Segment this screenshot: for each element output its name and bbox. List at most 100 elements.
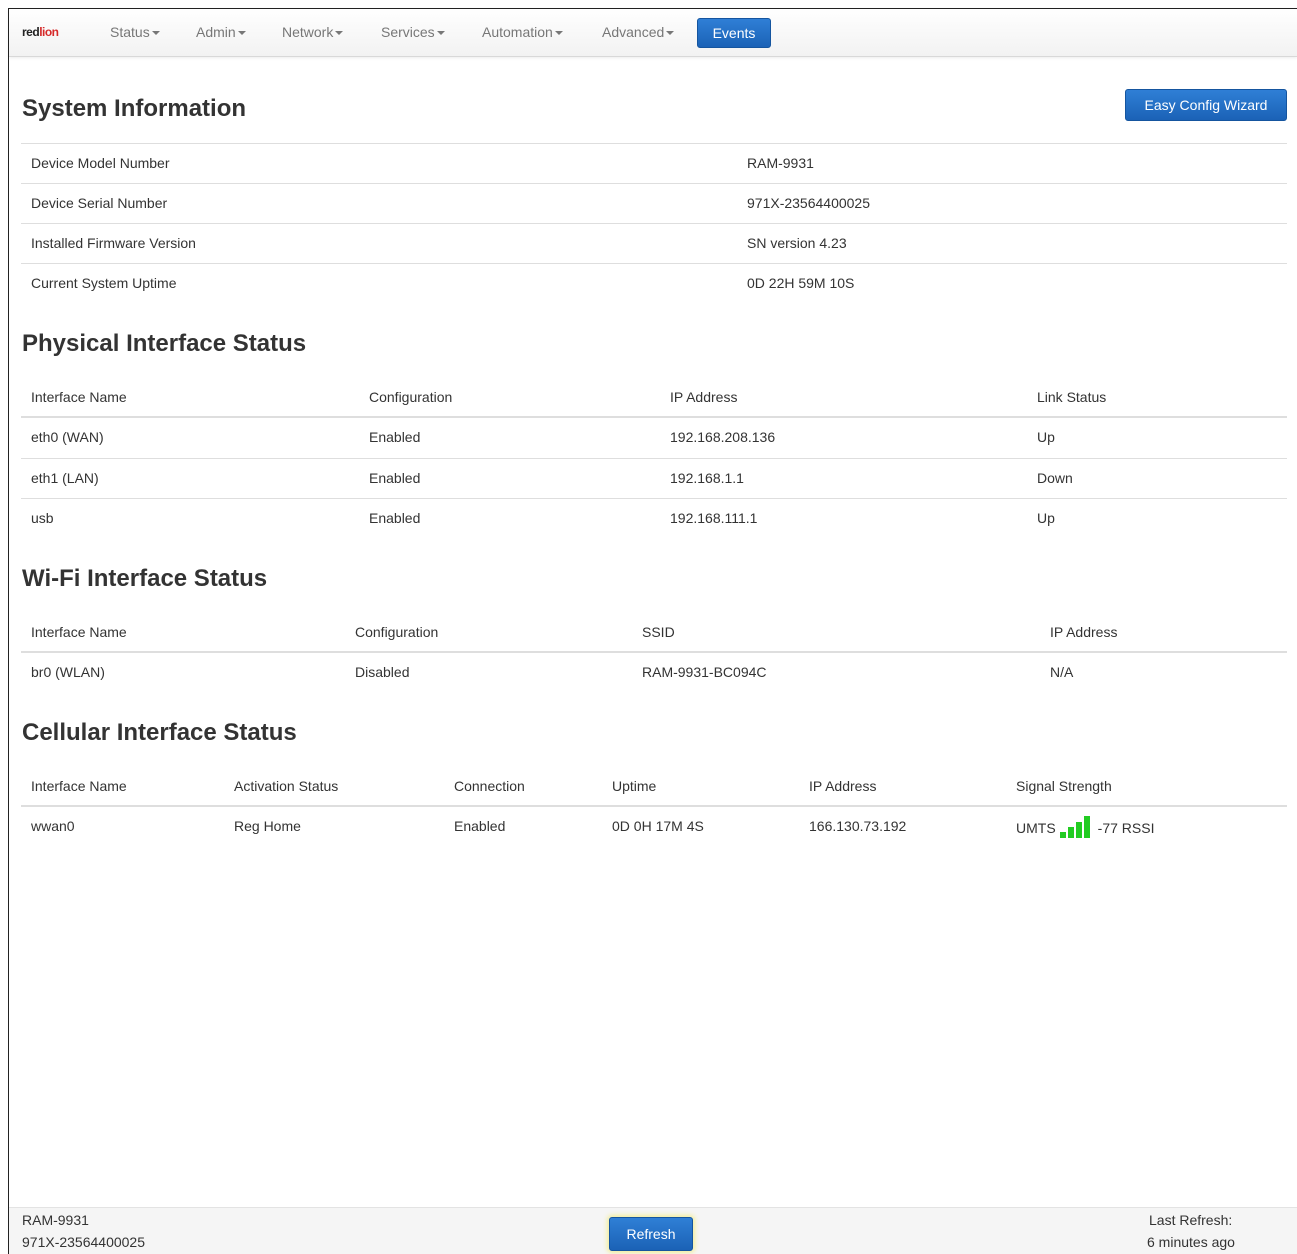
table-row: eth0 (WAN) Enabled 192.168.208.136 Up [21, 418, 1287, 458]
table-row: Device Serial Number 971X-23564400025 [21, 183, 1287, 223]
configuration-cell: Disabled [355, 664, 410, 680]
footer-serial: 971X-23564400025 [22, 1234, 146, 1250]
browser-viewport: redlion Status Admin Network Services Au… [8, 8, 1297, 1254]
activation-status-cell: Reg Home [234, 818, 301, 834]
column-header: IP Address [809, 778, 877, 794]
table-row: wwan0 Reg Home Enabled 0D 0H 17M 4S 166.… [21, 807, 1287, 847]
cellular-interface-table: Interface Name Activation Status Connect… [21, 767, 1287, 847]
system-info-title: System Information [22, 95, 247, 122]
nav-automation-label: Automation [482, 24, 553, 40]
link-status-cell: Up [1037, 510, 1055, 526]
signal-bar [1067, 827, 1074, 838]
link-status-cell: Up [1037, 429, 1055, 445]
column-header: SSID [642, 624, 675, 640]
column-header: Uptime [612, 778, 657, 794]
column-header: Activation Status [234, 778, 339, 794]
table-header-row: Interface Name Activation Status Connect… [21, 767, 1287, 807]
caret-down-icon [666, 31, 675, 36]
signal-rssi-value: -77 RSSI [1097, 820, 1155, 836]
table-header-row: Interface Name Configuration SSID IP Add… [21, 613, 1287, 653]
table-row: Installed Firmware Version SN version 4.… [21, 223, 1287, 263]
last-refresh-label: Last Refresh: [1149, 1212, 1233, 1228]
ip-address-cell: 192.168.111.1 [670, 510, 758, 526]
ip-address-cell: 192.168.1.1 [670, 470, 744, 486]
top-navbar: redlion Status Admin Network Services Au… [9, 9, 1297, 57]
table-row: eth1 (LAN) Enabled 192.168.1.1 Down [21, 458, 1287, 498]
ip-address-cell: N/A [1050, 664, 1074, 680]
column-header: Interface Name [31, 389, 127, 405]
system-info-table: Device Model Number RAM-9931 Device Seri… [21, 143, 1287, 303]
ip-address-cell: 166.130.73.192 [809, 818, 907, 834]
caret-down-icon [335, 31, 344, 36]
nav-admin-label: Admin [196, 24, 236, 40]
wifi-interface-table: Interface Name Configuration SSID IP Add… [21, 613, 1287, 693]
column-header: Interface Name [31, 778, 127, 794]
interface-name-cell: usb [31, 510, 54, 526]
column-header: IP Address [1050, 624, 1118, 640]
last-refresh-value: 6 minutes ago [1147, 1234, 1235, 1250]
signal-tech-label: UMTS [1016, 820, 1056, 836]
refresh-button[interactable]: Refresh [609, 1217, 693, 1251]
caret-down-icon [436, 31, 445, 36]
nav-services-label: Services [381, 24, 435, 40]
easy-config-wizard-button[interactable]: Easy Config Wizard [1125, 89, 1287, 121]
signal-bars-icon [1059, 816, 1094, 838]
column-header: Signal Strength [1016, 778, 1112, 794]
row-label: Device Serial Number [31, 195, 168, 211]
logo-text-lion: lion [39, 25, 59, 39]
ssid-cell: RAM-9931-BC094C [642, 664, 767, 680]
signal-bar [1083, 816, 1090, 838]
signal-bar [1059, 832, 1066, 838]
nav-events-button[interactable]: Events [697, 18, 771, 48]
signal-strength-cell: UMTS -77 RSSI [1016, 814, 1155, 838]
status-footer: RAM-9931 971X-23564400025 Refresh Last R… [9, 1207, 1297, 1254]
column-header: Interface Name [31, 624, 127, 640]
connection-cell: Enabled [454, 818, 506, 834]
link-status-cell: Down [1037, 470, 1073, 486]
nav-advanced-menu[interactable]: Advanced [602, 24, 675, 40]
footer-model: RAM-9931 [22, 1212, 89, 1228]
nav-automation-menu[interactable]: Automation [482, 24, 563, 40]
cellular-interface-title: Cellular Interface Status [22, 719, 297, 746]
configuration-cell: Enabled [369, 510, 421, 526]
table-row: br0 (WLAN) Disabled RAM-9931-BC094C N/A [21, 653, 1287, 693]
nav-status-label: Status [110, 24, 150, 40]
row-value: RAM-9931 [747, 155, 814, 171]
ip-address-cell: 192.168.208.136 [670, 429, 776, 445]
column-header: Configuration [369, 389, 453, 405]
nav-status-menu[interactable]: Status [110, 24, 160, 40]
nav-network-label: Network [282, 24, 334, 40]
column-header: Connection [454, 778, 525, 794]
interface-name-cell: wwan0 [31, 818, 75, 834]
nav-services-menu[interactable]: Services [381, 24, 445, 40]
row-label: Current System Uptime [31, 275, 177, 291]
interface-name-cell: eth0 (WAN) [31, 429, 104, 445]
row-value: SN version 4.23 [747, 235, 847, 251]
signal-bar [1075, 822, 1082, 838]
configuration-cell: Enabled [369, 470, 421, 486]
column-header: Configuration [355, 624, 439, 640]
logo-text-red: red [22, 25, 40, 39]
row-label: Installed Firmware Version [31, 235, 196, 251]
row-value: 971X-23564400025 [747, 195, 871, 211]
table-row: Current System Uptime 0D 22H 59M 10S [21, 263, 1287, 303]
redlion-logo[interactable]: redlion [22, 25, 59, 39]
wifi-interface-title: Wi-Fi Interface Status [22, 565, 268, 592]
caret-down-icon [237, 31, 246, 36]
caret-down-icon [554, 31, 563, 36]
nav-network-menu[interactable]: Network [282, 24, 344, 40]
interface-name-cell: eth1 (LAN) [31, 470, 99, 486]
column-header: Link Status [1037, 389, 1107, 405]
nav-advanced-label: Advanced [602, 24, 665, 40]
table-row: usb Enabled 192.168.111.1 Up [21, 498, 1287, 538]
interface-name-cell: br0 (WLAN) [31, 664, 105, 680]
configuration-cell: Enabled [369, 429, 421, 445]
table-row: Device Model Number RAM-9931 [21, 143, 1287, 183]
nav-admin-menu[interactable]: Admin [196, 24, 246, 40]
table-header-row: Interface Name Configuration IP Address … [21, 378, 1287, 418]
uptime-cell: 0D 0H 17M 4S [612, 818, 704, 834]
physical-interface-title: Physical Interface Status [22, 330, 307, 357]
caret-down-icon [151, 31, 160, 36]
column-header: IP Address [670, 389, 738, 405]
physical-interface-table: Interface Name Configuration IP Address … [21, 378, 1287, 538]
